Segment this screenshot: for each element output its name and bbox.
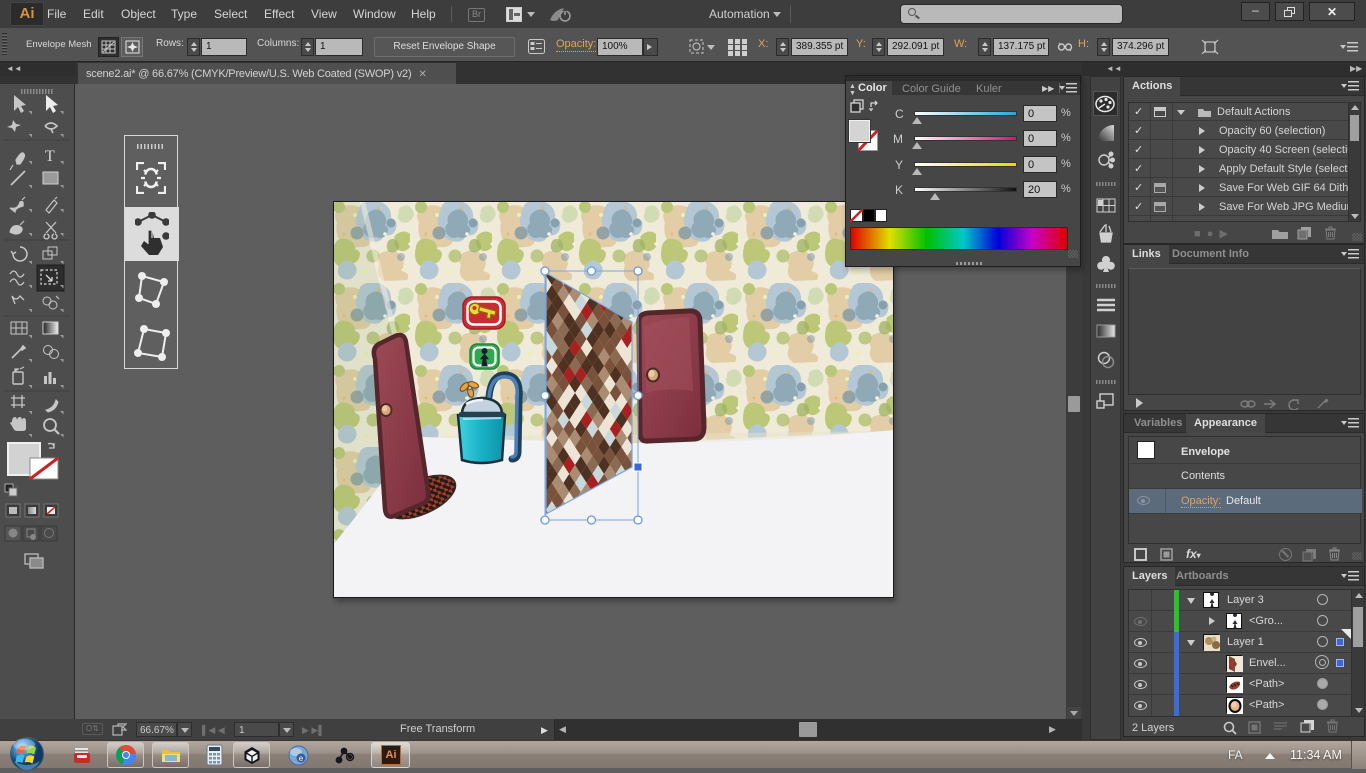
svg-text:e: e: [299, 754, 304, 763]
svg-text:T: T: [45, 148, 55, 165]
